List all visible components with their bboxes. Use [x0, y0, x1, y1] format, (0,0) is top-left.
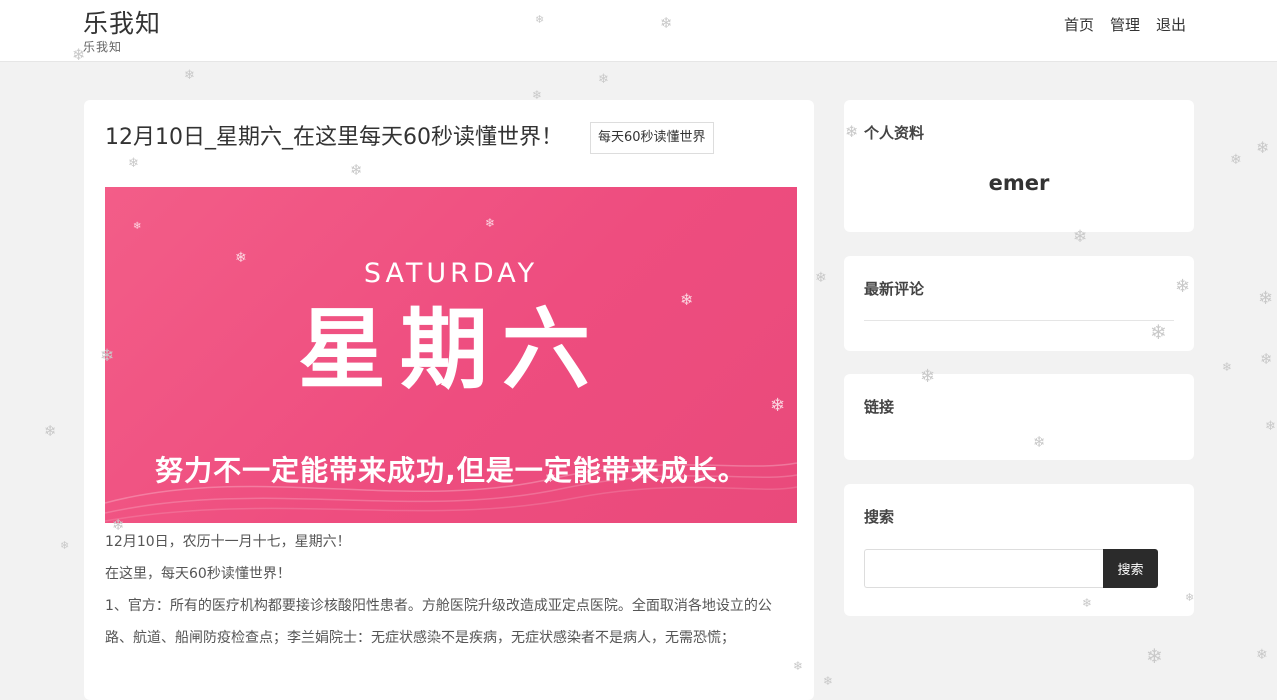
main-nav: 首页 管理 退出 — [1064, 15, 1186, 35]
profile-widget-title: 个人资料 — [864, 124, 925, 142]
search-button[interactable]: 搜索 — [1103, 549, 1158, 588]
snowflake-icon: ❄ — [1260, 350, 1273, 368]
snowflake-icon: ❄ — [1258, 288, 1274, 309]
divider — [864, 320, 1174, 321]
search-widget: 搜索 搜索 — [844, 484, 1194, 616]
snowflake-icon: ❄ — [815, 270, 827, 286]
snowflake-icon: ❄ — [1265, 419, 1276, 434]
snowflake-icon: ❄ — [1256, 647, 1268, 663]
profile-widget: 个人资料 emer — [844, 100, 1194, 232]
snowflake-icon: ❄ — [485, 216, 496, 230]
search-input[interactable] — [864, 549, 1103, 588]
banner-english-day: SATURDAY — [363, 258, 539, 289]
post-banner-image: SATURDAY 星期六 努力不一定能带来成功,但是一定能带来成长。 ❄ ❄ ❄… — [105, 187, 797, 523]
site-brand[interactable]: 乐我知 乐我知 — [83, 9, 161, 54]
banner-chinese-day: 星期六 — [297, 297, 604, 401]
snowflake-icon: ❄ — [235, 250, 247, 266]
site-subtitle: 乐我知 — [83, 40, 123, 54]
post-tag[interactable]: 每天60秒读懂世界 — [589, 122, 714, 154]
snowflake-icon: ❄ — [133, 221, 142, 232]
snowflake-icon: ❄ — [60, 539, 70, 552]
snowflake-icon: ❄ — [1230, 152, 1242, 168]
post-paragraph: 1、官方：所有的医疗机构都要接诊核酸阳性患者。方舱医院升级改造成亚定点医院。全面… — [105, 598, 772, 646]
banner-slogan: 努力不一定能带来成功,但是一定能带来成长。 — [155, 454, 747, 487]
search-widget-title: 搜索 — [864, 508, 895, 526]
snowflake-icon: ❄ — [1146, 644, 1163, 668]
top-navbar: 乐我知 乐我知 首页 管理 退出 — [0, 0, 1277, 62]
recent-comments-title: 最新评论 — [864, 280, 925, 298]
nav-link-home[interactable]: 首页 — [1064, 15, 1094, 35]
snowflake-icon: ❄ — [598, 72, 609, 87]
snowflake-icon: ❄ — [184, 68, 195, 83]
snowflake-icon: ❄ — [1256, 138, 1270, 157]
post-title[interactable]: 12月10日_星期六_在这里每天60秒读懂世界！ — [105, 122, 563, 154]
post-card: 12月10日_星期六_在这里每天60秒读懂世界！ 每天60秒读懂世界 SATUR… — [84, 100, 814, 700]
recent-comments-widget: 最新评论 — [844, 256, 1194, 351]
profile-username: emer — [988, 171, 1050, 195]
snowflake-icon: ❄ — [770, 395, 786, 416]
nav-link-logout[interactable]: 退出 — [1156, 15, 1186, 35]
snowflake-icon: ❄ — [44, 422, 57, 440]
snowflake-icon: ❄ — [1222, 360, 1233, 374]
post-paragraph: 12月10日，农历十一月十七，星期六！ — [105, 534, 351, 550]
snowflake-icon: ❄ — [680, 290, 694, 309]
post-header: 12月10日_星期六_在这里每天60秒读懂世界！ 每天60秒读懂世界 — [105, 122, 714, 154]
post-paragraph: 在这里，每天60秒读懂世界！ — [105, 566, 291, 582]
links-widget: 链接 — [844, 374, 1194, 460]
nav-link-admin[interactable]: 管理 — [1110, 15, 1140, 35]
snowflake-icon: ❄ — [545, 471, 556, 486]
site-title[interactable]: 乐我知 — [83, 9, 161, 39]
snowflake-icon: ❄ — [823, 674, 834, 688]
search-form: 搜索 — [864, 549, 1158, 588]
post-body: 12月10日，农历十一月十七，星期六！ 在这里，每天60秒读懂世界！ 1、官方：… — [105, 526, 797, 654]
links-widget-title: 链接 — [864, 398, 895, 416]
